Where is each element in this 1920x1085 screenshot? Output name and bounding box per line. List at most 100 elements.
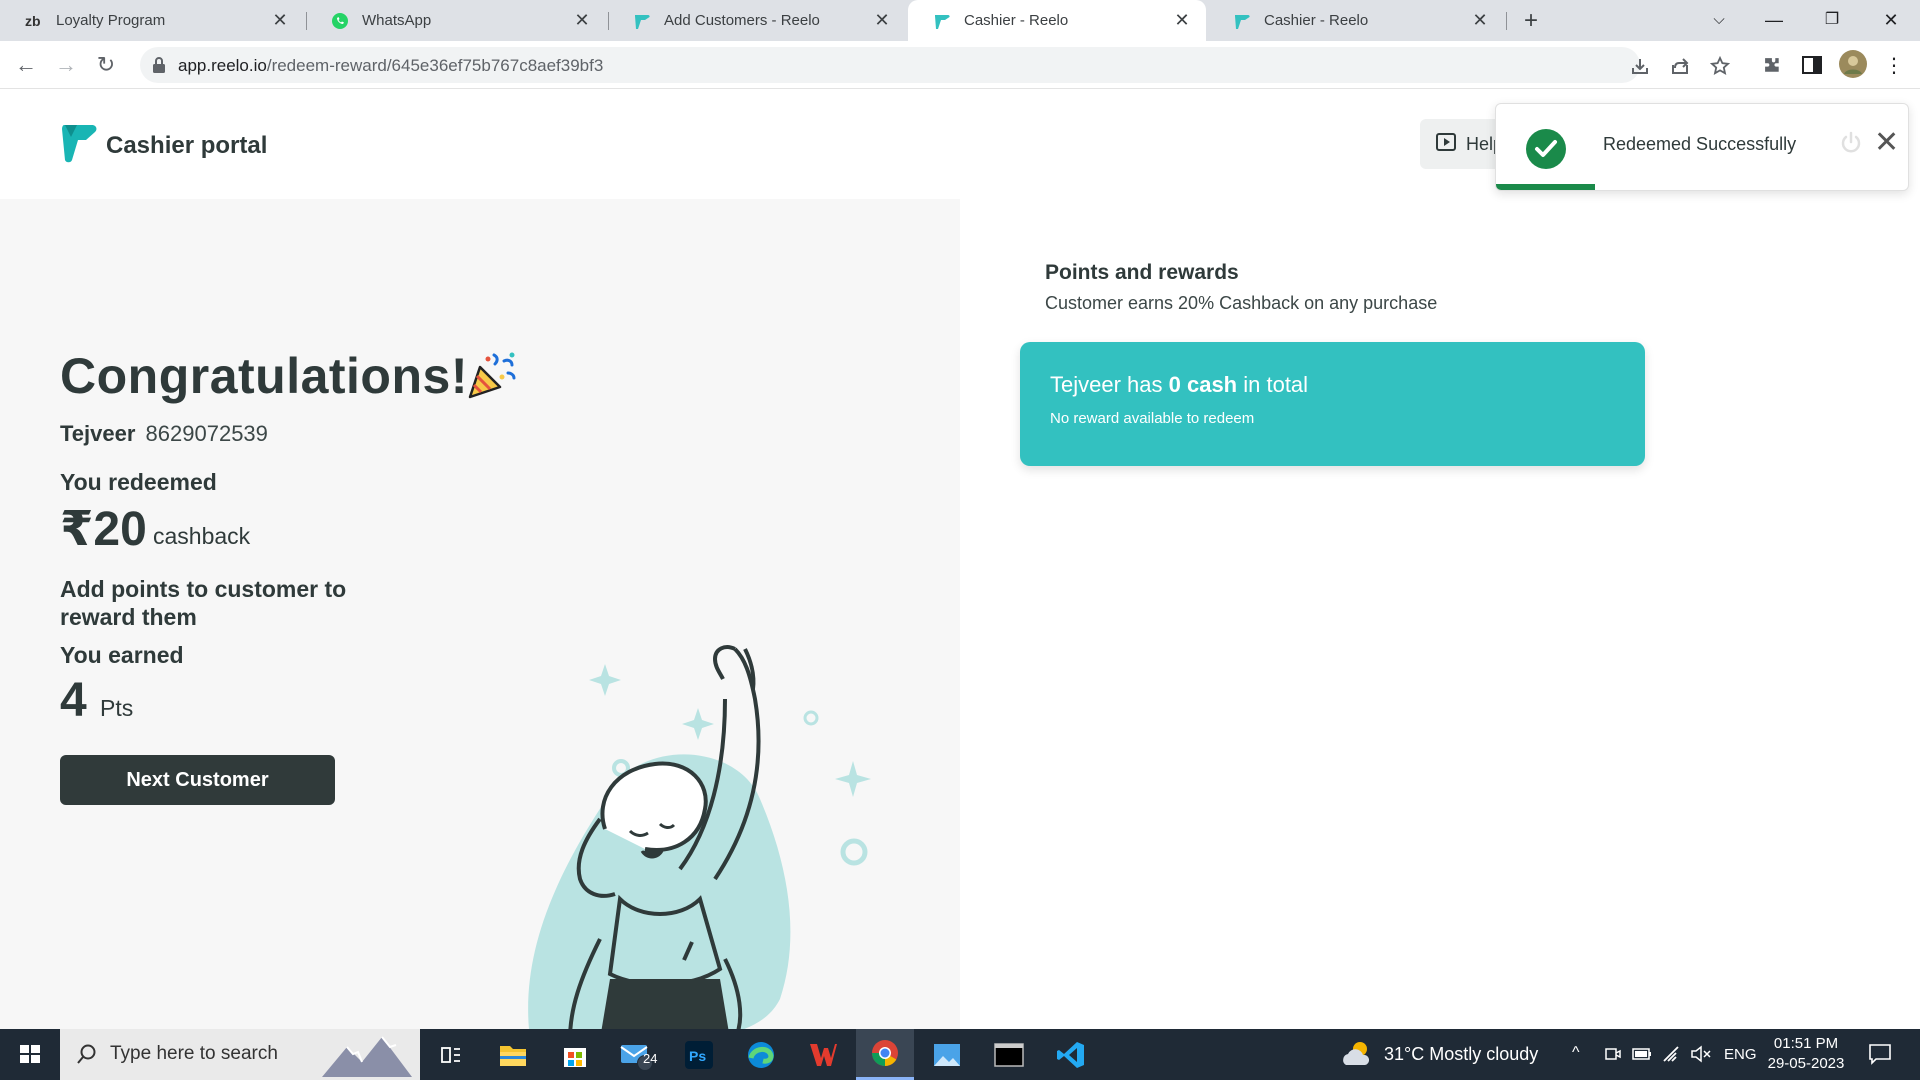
edge-browser-icon[interactable]: [732, 1029, 790, 1080]
redeemed-amount: ₹20: [60, 503, 147, 556]
side-panel-icon[interactable]: [1800, 53, 1824, 77]
file-explorer-icon[interactable]: [484, 1029, 542, 1080]
party-popper-icon: [464, 347, 520, 408]
close-tab-icon[interactable]: ✕: [270, 10, 290, 31]
close-tab-icon[interactable]: ✕: [1470, 10, 1490, 31]
close-tab-icon[interactable]: ✕: [572, 10, 592, 31]
close-tab-icon[interactable]: ✕: [1172, 10, 1192, 31]
new-tab-button[interactable]: +: [1516, 6, 1546, 36]
mountain-search-highlight-icon: [322, 1032, 412, 1082]
customer-info: Tejveer 8629072539: [60, 421, 268, 447]
tab-title: Cashier - Reelo: [964, 12, 1069, 29]
svg-text:zb: zb: [25, 13, 41, 29]
cash-prefix: Tejveer has: [1050, 372, 1169, 397]
photos-app-icon[interactable]: [918, 1029, 976, 1080]
chrome-icon[interactable]: [856, 1029, 914, 1080]
clock-time: 01:51 PM: [1773, 1035, 1839, 1052]
install-app-icon[interactable]: [1630, 56, 1650, 76]
tab-search-chevron-icon[interactable]: ⌵: [1690, 0, 1748, 41]
system-clock[interactable]: 01:51 PM 29-05-2023: [1766, 1034, 1846, 1074]
wps-office-icon[interactable]: [794, 1029, 852, 1080]
forward-arrow-icon[interactable]: →: [50, 49, 82, 81]
search-placeholder: Type here to search: [110, 1043, 278, 1064]
lock-icon: [152, 56, 166, 79]
whatsapp-icon: [330, 11, 350, 31]
wifi-icon[interactable]: [1662, 1045, 1682, 1068]
url-text: app.reelo.io/redeem-reward/645e36ef75b76…: [178, 56, 603, 76]
earned-points: 4: [60, 674, 87, 727]
restore-button[interactable]: ❐: [1803, 0, 1861, 41]
tab-cashier-active[interactable]: Cashier - Reelo ✕: [908, 0, 1206, 41]
microsoft-store-icon[interactable]: [546, 1029, 604, 1080]
back-arrow-icon[interactable]: ←: [10, 49, 42, 81]
language-indicator[interactable]: ENG: [1724, 1046, 1757, 1063]
close-window-button[interactable]: ✕: [1862, 0, 1920, 41]
photoshop-icon[interactable]: Ps: [670, 1029, 728, 1080]
power-icon: [1838, 130, 1864, 161]
tab-whatsapp[interactable]: WhatsApp ✕: [306, 0, 606, 41]
terminal-icon[interactable]: [980, 1029, 1038, 1080]
meet-now-icon[interactable]: [1604, 1045, 1622, 1068]
windows-start-icon[interactable]: [0, 1029, 60, 1080]
celebration-illustration: [480, 579, 900, 1029]
minimize-button[interactable]: —: [1745, 0, 1803, 41]
tab-cashier[interactable]: Cashier - Reelo ✕: [1208, 0, 1504, 41]
earned-label: You earned: [60, 642, 184, 668]
weather-text[interactable]: 31°C Mostly cloudy: [1384, 1044, 1538, 1065]
share-icon[interactable]: [1670, 56, 1690, 76]
redeemed-label: You redeemed: [60, 469, 217, 495]
points-rewards-title: Points and rewards: [1045, 261, 1239, 284]
tab-title: Loyalty Program: [56, 12, 166, 29]
success-check-icon: [1526, 129, 1566, 169]
svg-text:Ps: Ps: [689, 1048, 706, 1064]
success-toast: Redeemed Successfully ✕: [1495, 103, 1909, 191]
task-view-icon[interactable]: [422, 1029, 480, 1080]
weather-cloudy-icon: [1340, 1039, 1376, 1074]
reload-icon[interactable]: ↻: [90, 49, 122, 81]
add-points-label: Add points to customer to reward them: [60, 576, 347, 630]
video-help-icon: [1436, 132, 1456, 156]
reelo-icon: [1232, 11, 1252, 31]
close-tab-icon[interactable]: ✕: [872, 10, 892, 31]
no-reward-note: No reward available to redeem: [1050, 410, 1255, 427]
search-icon: [76, 1043, 98, 1070]
profile-avatar[interactable]: [1838, 49, 1868, 79]
redeem-result-pane: Congratulations! Tejveer 8629072539 You …: [0, 199, 960, 1029]
next-customer-button[interactable]: Next Customer: [60, 755, 335, 805]
battery-icon[interactable]: [1632, 1047, 1652, 1066]
speaker-muted-icon[interactable]: [1690, 1045, 1712, 1068]
bookmark-star-icon[interactable]: [1709, 55, 1731, 76]
cash-balance-card: Tejveer has 0 cash in total No reward av…: [1020, 342, 1645, 466]
portal-title: Cashier portal: [106, 131, 268, 159]
windows-taskbar: Type here to search 24 Ps 31°C Mostly cl…: [0, 1029, 1920, 1080]
address-bar[interactable]: app.reelo.io/redeem-reward/645e36ef75b76…: [140, 47, 1731, 83]
tray-chevron-up-icon[interactable]: ^: [1572, 1044, 1580, 1062]
notifications-icon[interactable]: [1868, 1043, 1892, 1070]
tab-title: Cashier - Reelo: [1264, 12, 1369, 29]
earned-unit: Pts: [100, 695, 134, 721]
taskbar-search[interactable]: Type here to search: [60, 1029, 420, 1080]
url-path: /redeem-reward/645e36ef75b767c8aef39bf3: [266, 56, 604, 75]
browser-toolbar: ← → ↻ app.reelo.io/redeem-reward/645e36e…: [0, 41, 1920, 89]
redeemed-unit: cashback: [153, 523, 251, 549]
cash-suffix: in total: [1237, 372, 1309, 397]
browser-menu-icon[interactable]: ⋮: [1884, 53, 1908, 77]
mail-badge-count: 24: [643, 1051, 658, 1066]
customer-phone: 8629072539: [145, 421, 268, 446]
tab-title: WhatsApp: [362, 12, 432, 29]
mail-icon[interactable]: 24: [608, 1029, 666, 1080]
congrats-heading: Congratulations!: [60, 348, 468, 404]
tab-loyalty-program[interactable]: zb Loyalty Program ✕: [0, 0, 304, 41]
brand[interactable]: Cashier portal: [60, 121, 267, 170]
browser-tabstrip: zb Loyalty Program ✕ WhatsApp ✕ Add Cust…: [0, 0, 1920, 41]
tab-divider: [1506, 12, 1507, 30]
clock-date: 29-05-2023: [1767, 1055, 1845, 1072]
vscode-icon[interactable]: [1042, 1029, 1100, 1080]
reelo-icon: [632, 11, 652, 31]
cash-amount: 0 cash: [1168, 372, 1238, 397]
zb-icon: zb: [24, 11, 44, 31]
close-icon[interactable]: ✕: [1874, 128, 1899, 158]
extensions-puzzle-icon[interactable]: [1760, 53, 1784, 77]
toast-message: Redeemed Successfully: [1603, 134, 1797, 154]
tab-add-customers[interactable]: Add Customers - Reelo ✕: [608, 0, 906, 41]
